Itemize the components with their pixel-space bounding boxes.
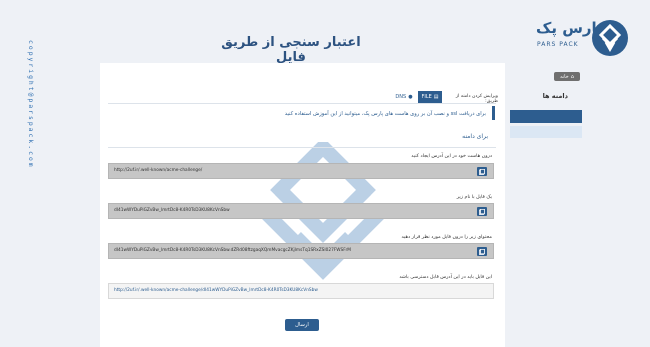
instruction-text: برای دریافت ssl و نصب آن بر روی هاست های…: [284, 111, 486, 117]
tab-file[interactable]: FILE ▤: [418, 91, 442, 103]
logo-mark-icon: [592, 20, 628, 56]
content-value: dI41wWYDuPiGZvBw_lmrtDc8-K4R0TsD3KU8KcVn…: [114, 248, 351, 253]
section-title: برای دامنه: [462, 133, 488, 140]
url-field[interactable]: http://2uf.ir/.well-known/acme-challenge…: [108, 283, 494, 299]
home-icon: ⌂: [570, 73, 574, 80]
breadcrumb-home[interactable]: ⌂ خانه: [554, 72, 580, 81]
sidebar-item[interactable]: [510, 126, 582, 138]
sidebar: [505, 63, 650, 347]
tab-divider: [108, 103, 496, 104]
step-label-content: محتوای زیر را درون فایل مورد نظر قرار ده…: [401, 235, 492, 240]
tab-dns-label: DNS: [395, 94, 407, 100]
globe-icon: ●: [408, 94, 413, 100]
filename-value: dI41wWYDuPiGZvBw_lmrtDc8-K4R0TsD3KU8KcVn…: [114, 208, 230, 213]
logo-text-en: PARS PACK: [537, 41, 579, 48]
copy-button[interactable]: [477, 167, 487, 176]
copy-icon: [479, 168, 485, 175]
sidebar-item-active[interactable]: [510, 110, 582, 123]
step-label-path: درون هاست خود در این آدرس ایجاد کنید: [411, 154, 492, 159]
breadcrumb-label: خانه: [560, 73, 569, 80]
parspack-logo[interactable]: پارس پک PARS PACK: [536, 18, 646, 58]
section-divider: [108, 147, 496, 148]
copy-icon: [479, 248, 485, 255]
copy-icon: [479, 208, 485, 215]
tab-dns[interactable]: DNS ●: [392, 91, 416, 103]
submit-button[interactable]: ارسال: [285, 319, 319, 331]
step-label-url: این فایل باید در این آدرس قابل دسترسی با…: [399, 275, 492, 280]
sidebar-title: دامنه ها: [542, 92, 568, 100]
copy-button[interactable]: [477, 247, 487, 256]
url-value: http://2uf.ir/.well-known/acme-challenge…: [114, 288, 318, 293]
instruction-accent-bar: [492, 106, 495, 120]
content-field[interactable]: dI41wWYDuPiGZvBw_lmrtDc8-K4R0TsD3KU8KcVn…: [108, 243, 494, 259]
tab-file-label: FILE: [421, 94, 432, 100]
step-label-filename: یک فایل با نام زیر: [456, 195, 492, 200]
path-field[interactable]: http://2uf.ir/.well-known/acme-challenge…: [108, 163, 494, 179]
copyright-text: copyright@parspack.com: [27, 40, 35, 169]
file-icon: ▤: [433, 94, 439, 100]
page-title: اعتبار سنجی از طریق فایل: [221, 35, 361, 65]
path-value: http://2uf.ir/.well-known/acme-challenge…: [114, 168, 203, 173]
copy-button[interactable]: [477, 207, 487, 216]
filename-field[interactable]: dI41wWYDuPiGZvBw_lmrtDc8-K4R0TsD3KU8KcVn…: [108, 203, 494, 219]
